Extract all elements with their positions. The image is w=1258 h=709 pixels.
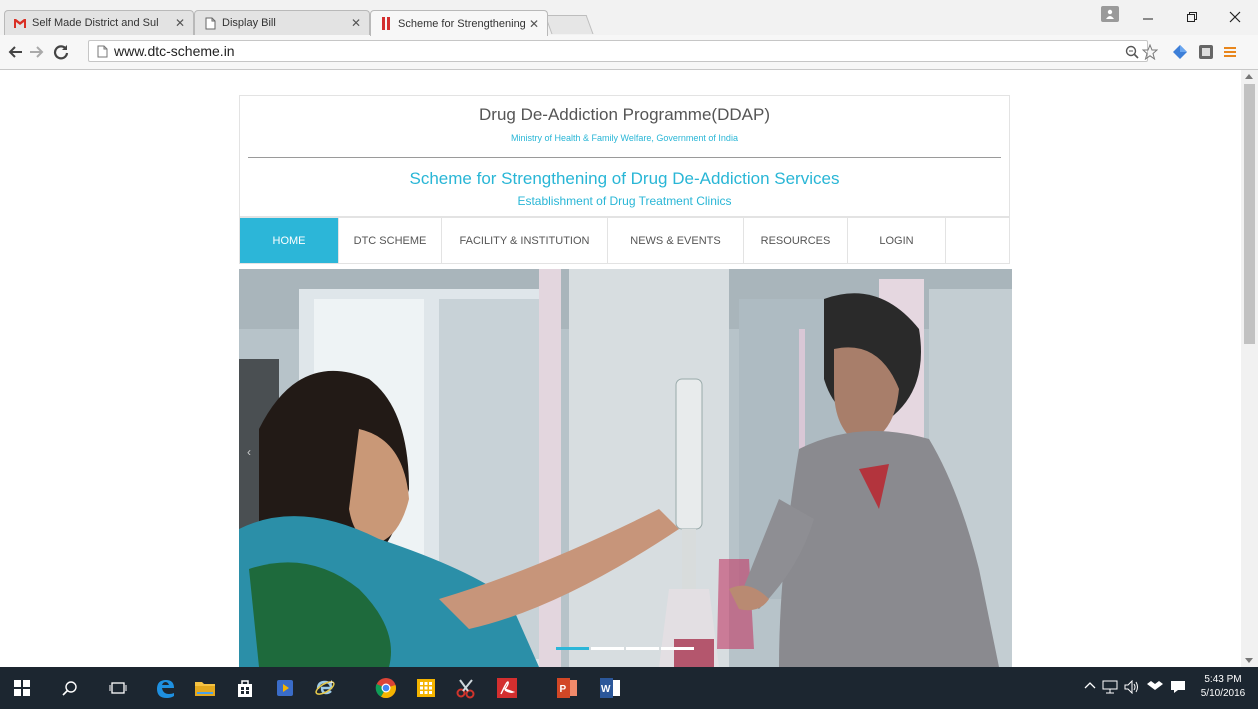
restore-icon[interactable]: [1177, 6, 1207, 28]
image-carousel[interactable]: ‹: [239, 269, 1012, 667]
start-icon[interactable]: [10, 676, 34, 700]
svg-text:P: P: [560, 684, 567, 695]
ie-icon[interactable]: +: [313, 676, 337, 700]
nav-dtc-scheme[interactable]: DTC SCHEME: [339, 218, 442, 263]
url-text: www.dtc-scheme.in: [114, 43, 235, 59]
tab-title: Display Bill: [222, 17, 276, 29]
nav-empty-cell: [946, 218, 1009, 263]
chrome-icon[interactable]: [374, 676, 398, 700]
zoom-icon[interactable]: [1124, 44, 1140, 60]
nav-login[interactable]: LOGIN: [848, 218, 946, 263]
browser-title-bar: Self Made District and Sul ✕ Display Bil…: [0, 0, 1258, 36]
reload-icon[interactable]: [52, 43, 70, 61]
forward-icon[interactable]: [28, 43, 46, 61]
calculator-icon[interactable]: [414, 676, 438, 700]
page-viewport: Drug De-Addiction Programme(DDAP) Minist…: [0, 70, 1241, 667]
search-icon[interactable]: [58, 676, 82, 700]
new-tab-button[interactable]: [544, 15, 594, 34]
store-icon[interactable]: [233, 676, 257, 700]
windows-taskbar: + P W 5:43 PM 5/10/2016: [0, 667, 1258, 709]
scrollbar-thumb[interactable]: [1244, 84, 1255, 344]
word-icon[interactable]: W: [598, 676, 622, 700]
tab-scheme[interactable]: Scheme for Strengthening ✕: [370, 10, 548, 36]
extension-diamond-icon[interactable]: [1172, 44, 1188, 60]
svg-text:W: W: [601, 684, 611, 695]
tab-gmail[interactable]: Self Made District and Sul ✕: [4, 10, 194, 35]
snipping-tool-icon[interactable]: [454, 676, 478, 700]
carousel-dot[interactable]: [556, 647, 589, 650]
media-player-icon[interactable]: [273, 676, 297, 700]
site-favicon: [379, 17, 393, 31]
carousel-dot[interactable]: [626, 647, 659, 650]
action-center-icon[interactable]: [1170, 680, 1186, 697]
show-hidden-icons-icon[interactable]: [1084, 680, 1096, 693]
carousel-dot[interactable]: [661, 647, 694, 650]
site-header: Drug De-Addiction Programme(DDAP) Minist…: [239, 95, 1010, 217]
system-clock[interactable]: 5:43 PM 5/10/2016: [1192, 673, 1254, 701]
header-divider: [248, 157, 1001, 158]
scroll-up-icon[interactable]: [1245, 74, 1253, 79]
close-tab-icon[interactable]: ✕: [349, 16, 363, 30]
bookmark-star-icon[interactable]: [1142, 44, 1158, 60]
nav-home[interactable]: HOME: [240, 218, 339, 263]
svg-text:+: +: [329, 678, 334, 687]
edge-icon[interactable]: [153, 676, 177, 700]
scheme-title: Scheme for Strengthening of Drug De-Addi…: [409, 169, 840, 188]
tab-title: Self Made District and Sul: [32, 17, 159, 29]
page-icon: [203, 16, 217, 30]
acrobat-icon[interactable]: [495, 676, 519, 700]
scroll-down-icon[interactable]: [1245, 658, 1253, 663]
close-tab-icon[interactable]: ✕: [173, 16, 187, 30]
network-icon[interactable]: [1102, 680, 1118, 697]
page-scrollbar[interactable]: [1241, 70, 1258, 667]
ministry-subtitle: Ministry of Health & Family Welfare, Gov…: [511, 133, 738, 143]
back-icon[interactable]: [6, 43, 24, 61]
volume-icon[interactable]: [1124, 679, 1140, 697]
file-explorer-icon[interactable]: [193, 676, 217, 700]
minimize-icon[interactable]: [1133, 6, 1163, 28]
close-tab-icon[interactable]: ✕: [527, 17, 541, 31]
clock-time: 5:43 PM: [1204, 674, 1242, 685]
tab-title: Scheme for Strengthening: [398, 17, 526, 30]
chrome-menu-icon[interactable]: [1222, 44, 1238, 60]
clock-date: 5/10/2016: [1200, 688, 1246, 699]
extension-square-icon[interactable]: [1198, 44, 1214, 60]
carousel-dot[interactable]: [591, 647, 624, 650]
carousel-photo: [239, 269, 1012, 667]
nav-facility-institution[interactable]: FACILITY & INSTITUTION: [442, 218, 608, 263]
programme-title: Drug De-Addiction Programme(DDAP): [479, 105, 770, 124]
task-view-icon[interactable]: [106, 676, 130, 700]
carousel-prev-arrow[interactable]: ‹: [247, 445, 251, 459]
powerpoint-icon[interactable]: P: [555, 676, 579, 700]
user-profile-icon[interactable]: [1101, 6, 1119, 22]
nav-resources[interactable]: RESOURCES: [744, 218, 848, 263]
close-window-icon[interactable]: [1220, 6, 1250, 28]
address-bar[interactable]: www.dtc-scheme.in: [88, 40, 1148, 62]
tab-display-bill[interactable]: Display Bill ✕: [194, 10, 370, 35]
main-nav: HOME DTC SCHEME FACILITY & INSTITUTION N…: [239, 217, 1010, 264]
gmail-icon: [13, 16, 27, 30]
page-info-icon[interactable]: [97, 45, 108, 58]
nav-news-events[interactable]: NEWS & EVENTS: [608, 218, 744, 263]
scheme-subtitle: Establishment of Drug Treatment Clinics: [517, 194, 732, 208]
dropbox-icon[interactable]: [1147, 680, 1163, 697]
browser-toolbar: www.dtc-scheme.in: [0, 35, 1258, 70]
